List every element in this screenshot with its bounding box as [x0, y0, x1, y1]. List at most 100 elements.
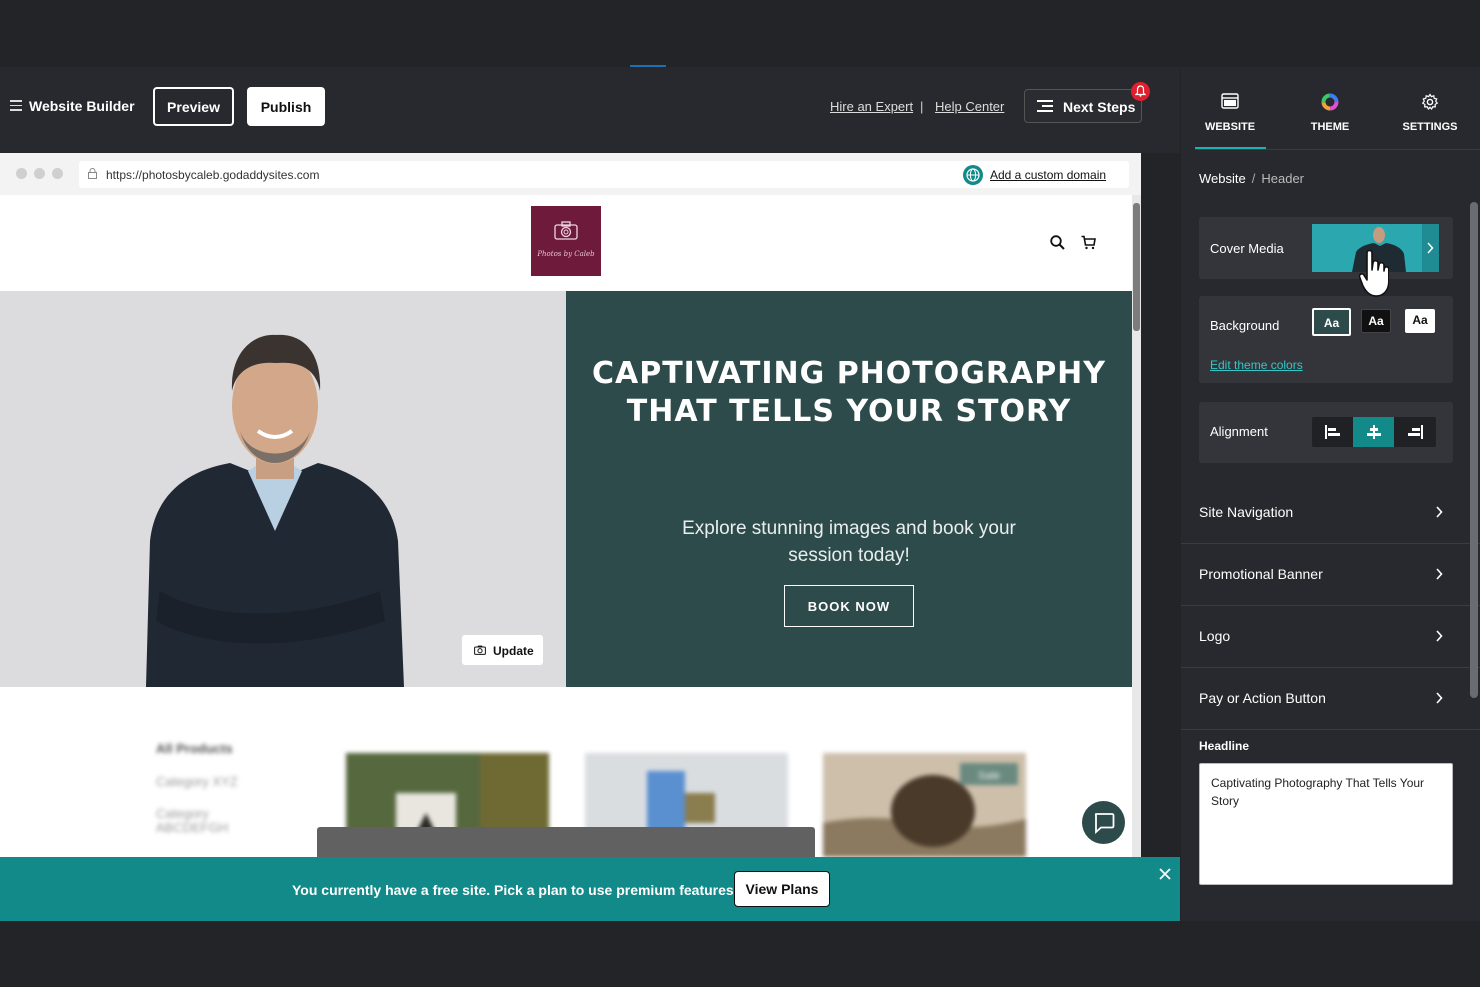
- tab-label: THEME: [1310, 121, 1350, 133]
- cover-media-arrow[interactable]: [1422, 224, 1439, 272]
- publish-button[interactable]: Publish: [247, 87, 325, 126]
- window-dot: [34, 168, 45, 179]
- next-steps-label: Next Steps: [1063, 99, 1136, 115]
- align-right-icon: [1408, 425, 1423, 439]
- chat-icon: [1094, 813, 1115, 834]
- preview-button[interactable]: Preview: [153, 87, 234, 126]
- theme-icon: [1321, 93, 1339, 111]
- hero-image[interactable]: [0, 291, 566, 687]
- headline-label: Headline: [1199, 739, 1250, 753]
- divider: [1195, 149, 1480, 150]
- hero-title: CAPTIVATING PHOTOGRAPHY THAT TELLS YOUR …: [591, 356, 1107, 429]
- tab-label: WEBSITE: [1204, 121, 1256, 133]
- section-logo[interactable]: Logo: [1181, 606, 1480, 668]
- section-pay-or-action-button[interactable]: Pay or Action Button: [1181, 668, 1480, 730]
- logo-text: Photos by Caleb: [537, 250, 595, 258]
- panel-scrollbar[interactable]: [1470, 202, 1478, 698]
- background-option-black[interactable]: Aa: [1361, 309, 1391, 333]
- breadcrumb-separator: /: [1251, 171, 1256, 186]
- background-option-white[interactable]: Aa: [1405, 309, 1435, 333]
- lock-icon: [88, 168, 97, 179]
- list-icon: [1037, 100, 1053, 112]
- hero-content: CAPTIVATING PHOTOGRAPHY THAT TELLS YOUR …: [566, 291, 1132, 687]
- cover-media-card: Cover Media: [1199, 217, 1453, 279]
- free-plan-banner: You currently have a free site. Pick a p…: [0, 857, 1180, 921]
- window-dot: [16, 168, 27, 179]
- app-title: Website Builder: [29, 98, 135, 114]
- product-image[interactable]: Sale: [823, 753, 1026, 857]
- section-label: Promotional Banner: [1199, 566, 1323, 582]
- hamburger-menu-icon[interactable]: [10, 100, 22, 111]
- gear-icon: [1421, 93, 1439, 111]
- hero-subtitle: Explore stunning images and book your se…: [682, 518, 1016, 566]
- camera-icon: [474, 645, 486, 655]
- hand-cursor-icon: [1359, 250, 1389, 297]
- sale-badge: Sale: [978, 770, 1000, 782]
- portrait-photo: [0, 291, 566, 687]
- help-center-link[interactable]: Help Center: [935, 99, 1004, 114]
- camera-icon: [554, 221, 578, 240]
- preview-scrollbar[interactable]: [1132, 195, 1141, 857]
- background-label: Background: [1210, 318, 1280, 333]
- hire-expert-link[interactable]: Hire an Expert: [830, 99, 913, 114]
- chevron-right-icon: [1436, 568, 1443, 580]
- link-separator: |: [920, 99, 924, 114]
- alignment-card: Alignment: [1199, 402, 1453, 463]
- background-card: Background Aa Aa Aa Edit theme colors: [1199, 296, 1453, 383]
- update-label: Update: [493, 644, 534, 658]
- cart-icon[interactable]: [1081, 235, 1096, 250]
- chevron-right-icon: [1427, 242, 1434, 254]
- headline-textarea[interactable]: Captivating Photography That Tells Your …: [1199, 763, 1453, 885]
- site-preview-frame: https://photosbycaleb.godaddysites.com A…: [0, 153, 1141, 857]
- align-center-button[interactable]: [1353, 417, 1394, 447]
- section-promotional-banner[interactable]: Promotional Banner: [1181, 544, 1480, 606]
- align-left-icon: [1325, 425, 1340, 439]
- tab-label: SETTINGS: [1402, 121, 1458, 133]
- chevron-right-icon: [1436, 630, 1443, 642]
- view-plans-button[interactable]: View Plans: [734, 871, 830, 907]
- cover-media-label: Cover Media: [1210, 241, 1284, 256]
- headline-value: Captivating Photography That Tells Your …: [1211, 776, 1425, 808]
- search-icon[interactable]: [1050, 235, 1065, 250]
- breadcrumb-header: Header: [1261, 171, 1304, 186]
- products-heading: All Products: [156, 741, 233, 756]
- tab-theme[interactable]: THEME: [1285, 67, 1375, 149]
- site-logo[interactable]: Photos by Caleb: [531, 206, 601, 276]
- website-icon: [1221, 93, 1239, 109]
- update-image-button[interactable]: Update: [461, 634, 544, 666]
- category-link[interactable]: Category ABCDEFGH: [156, 807, 246, 835]
- letterbox-top: [0, 0, 1480, 67]
- window-dot: [52, 168, 63, 179]
- breadcrumb-website[interactable]: Website: [1199, 171, 1246, 186]
- scrollbar-thumb[interactable]: [1133, 203, 1140, 331]
- section-label: Pay or Action Button: [1199, 690, 1326, 706]
- align-left-button[interactable]: [1312, 417, 1353, 447]
- next-steps-button[interactable]: Next Steps: [1024, 89, 1142, 123]
- section-site-navigation[interactable]: Site Navigation: [1181, 482, 1480, 544]
- book-now-button[interactable]: BOOK NOW: [784, 585, 914, 627]
- notification-bell-icon[interactable]: [1131, 82, 1150, 101]
- section-label: Logo: [1199, 628, 1231, 644]
- edit-theme-colors-link[interactable]: Edit theme colors: [1210, 358, 1303, 372]
- chat-button[interactable]: [1082, 801, 1125, 844]
- align-center-icon: [1367, 425, 1381, 439]
- add-custom-domain-link[interactable]: Add a custom domain: [990, 168, 1106, 182]
- letterbox-bottom: [0, 921, 1480, 987]
- site-url: https://photosbycaleb.godaddysites.com: [106, 168, 320, 182]
- globe-icon: [963, 165, 983, 185]
- tab-website[interactable]: WEBSITE: [1185, 67, 1275, 149]
- url-field: https://photosbycaleb.godaddysites.com A…: [79, 161, 1129, 188]
- tab-settings[interactable]: SETTINGS: [1385, 67, 1475, 149]
- background-option-dark-teal[interactable]: Aa: [1312, 308, 1351, 336]
- align-right-button[interactable]: [1394, 417, 1435, 447]
- overlay-bar: [317, 827, 815, 857]
- section-label: Site Navigation: [1199, 504, 1294, 520]
- category-link[interactable]: Category XYZ: [156, 774, 238, 789]
- alignment-toggle: [1312, 417, 1436, 447]
- banner-message: You currently have a free site. Pick a p…: [292, 882, 738, 898]
- chevron-right-icon: [1436, 506, 1443, 518]
- settings-panel: WEBSITE THEME SETTINGS Website / Header Co…: [1181, 67, 1480, 921]
- close-icon[interactable]: [1158, 867, 1172, 881]
- breadcrumb: Website / Header: [1199, 171, 1304, 186]
- alignment-label: Alignment: [1210, 424, 1268, 439]
